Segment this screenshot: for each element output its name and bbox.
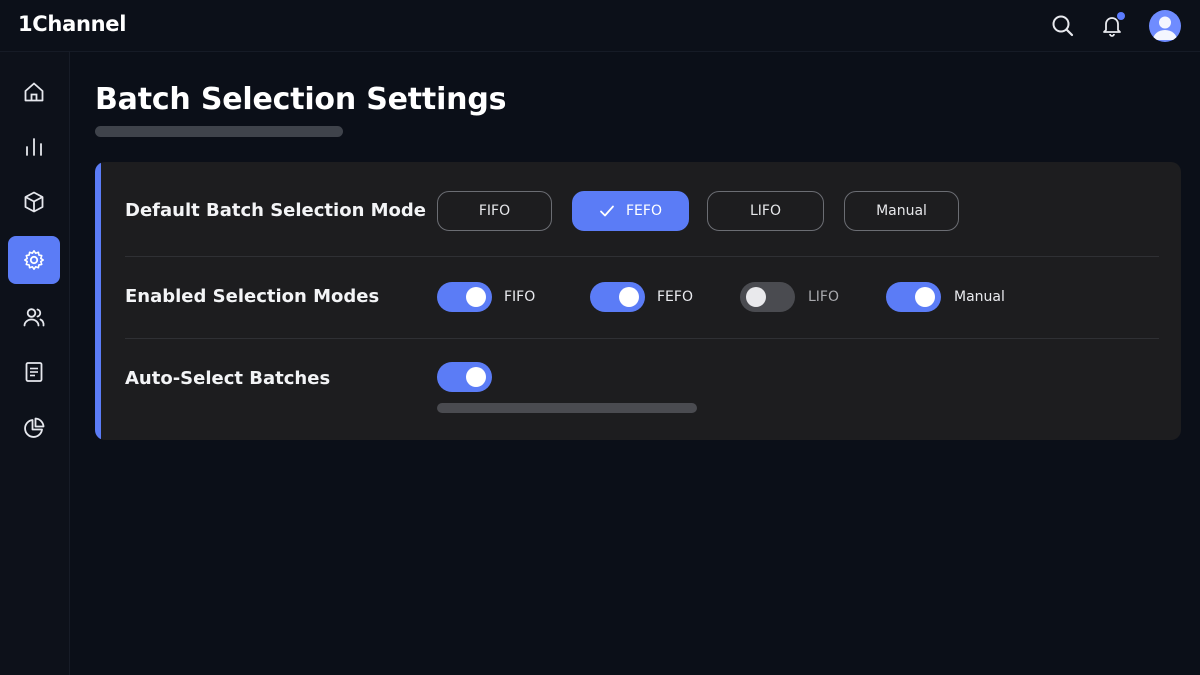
toggle-knob [466, 287, 486, 307]
sidebar [0, 52, 70, 675]
settings-card: Default Batch Selection Mode FIFO FEFO L… [95, 162, 1181, 440]
users-icon [23, 308, 45, 327]
notification-dot [1117, 12, 1125, 20]
top-bar: 1Channel [0, 0, 1200, 52]
gear-icon [24, 250, 44, 270]
sidebar-item-products[interactable] [8, 178, 60, 226]
sidebar-item-reports[interactable] [8, 404, 60, 452]
sidebar-item-analytics[interactable] [8, 123, 60, 171]
auto-select-description-placeholder [437, 403, 697, 413]
toggle-knob [746, 287, 766, 307]
toggle-label-fefo: FEFO [657, 289, 693, 305]
auto-select-label: Auto-Select Batches [125, 368, 331, 389]
sidebar-item-home[interactable] [8, 68, 60, 116]
document-icon [25, 362, 43, 382]
title-underline [95, 126, 343, 137]
card-accent-bar [95, 162, 101, 440]
toggle-label-fifo: FIFO [504, 289, 536, 305]
toggle-knob [466, 367, 486, 387]
toggle-fefo[interactable] [590, 282, 645, 312]
box-icon [24, 191, 44, 213]
sidebar-item-settings[interactable] [8, 236, 60, 284]
toggle-label-lifo: LIFO [808, 289, 840, 305]
pie-chart-icon [24, 417, 45, 438]
toggle-knob [619, 287, 639, 307]
toggle-lifo[interactable] [740, 282, 795, 312]
toggle-auto-select[interactable] [437, 362, 492, 392]
home-icon [24, 82, 44, 102]
page-title: Batch Selection Settings [95, 82, 507, 117]
sidebar-item-users[interactable] [8, 293, 60, 341]
mode-option-lifo[interactable]: LIFO [707, 191, 824, 231]
bell-icon[interactable] [1099, 12, 1125, 38]
user-avatar-icon[interactable] [1149, 10, 1181, 42]
row-divider [125, 256, 1159, 257]
mode-option-fifo[interactable]: FIFO [437, 191, 552, 231]
toggle-knob [915, 287, 935, 307]
app-title: 1Channel [18, 12, 127, 36]
toggle-manual[interactable] [886, 282, 941, 312]
row-divider [125, 338, 1159, 339]
sidebar-item-documents[interactable] [8, 348, 60, 396]
bar-chart-icon [26, 138, 42, 156]
search-icon[interactable] [1050, 13, 1076, 39]
toggle-fifo[interactable] [437, 282, 492, 312]
enabled-modes-label: Enabled Selection Modes [125, 286, 380, 307]
default-mode-label: Default Batch Selection Mode [125, 200, 427, 221]
check-icon [600, 205, 614, 217]
toggle-label-manual: Manual [954, 289, 1005, 305]
mode-option-manual[interactable]: Manual [844, 191, 959, 231]
mode-option-fefo[interactable]: FEFO [572, 191, 689, 231]
